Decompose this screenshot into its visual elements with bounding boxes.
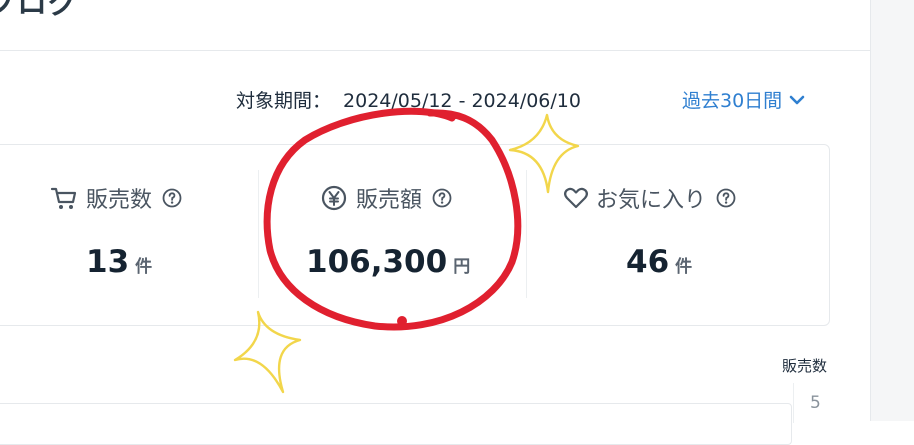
stat-value-number: 13	[86, 244, 130, 280]
period-range: 2024/05/12 - 2024/06/10	[343, 90, 581, 112]
help-icon[interactable]	[432, 188, 452, 208]
period-dropdown[interactable]: 過去30日間	[682, 86, 806, 113]
page-title: ブログ	[0, 0, 79, 21]
stat-value-unit: 件	[675, 257, 693, 277]
stats-divider	[526, 170, 527, 298]
stat-label-text: お気に入り	[596, 188, 707, 213]
chevron-down-icon	[789, 95, 805, 104]
stat-favorites-label: お気に入り	[562, 182, 736, 214]
stat-sales-count-value: 13 件	[86, 244, 152, 280]
help-icon[interactable]	[162, 188, 182, 208]
sales-chart-card	[0, 403, 792, 445]
stat-sales-count-label: 販売数	[50, 182, 182, 214]
stat-favorites-value: 46 件	[626, 244, 692, 280]
stats-card	[0, 144, 830, 326]
chart-axis-tick: 5	[810, 393, 821, 413]
stat-value-unit: 円	[453, 257, 471, 277]
stat-label-text: 販売額	[356, 188, 423, 213]
stat-value-number: 106,300	[306, 244, 448, 280]
stat-value-number: 46	[626, 244, 670, 280]
cart-icon	[50, 187, 77, 209]
period-display: 対象期間： 2024/05/12 - 2024/06/10	[236, 86, 581, 113]
yen-icon	[321, 185, 347, 211]
help-icon[interactable]	[716, 188, 736, 208]
stat-value-unit: 件	[135, 257, 153, 277]
period-dropdown-label: 過去30日間	[682, 90, 783, 112]
stat-sales-amount-value: 106,300 円	[306, 244, 470, 280]
stats-divider	[258, 170, 259, 298]
right-scroll-area	[870, 0, 914, 421]
stat-sales-amount-label: 販売額	[320, 182, 452, 214]
chart-axis-label: 販売数	[782, 357, 828, 375]
header-divider	[0, 50, 870, 51]
stat-label-text: 販売数	[86, 188, 153, 213]
heart-icon	[564, 187, 588, 209]
period-label: 対象期間：	[236, 90, 332, 112]
